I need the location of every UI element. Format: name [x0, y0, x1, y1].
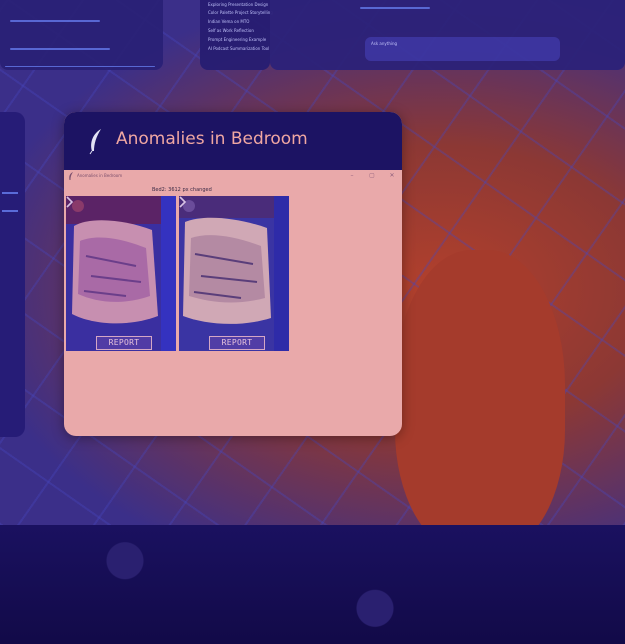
maximize-button[interactable]: ▢ — [365, 170, 379, 182]
feed-image-previous[interactable]: REPORT — [66, 196, 176, 351]
change-status: Bed2: 3612 px changed — [152, 187, 212, 193]
report-button[interactable]: REPORT — [96, 336, 152, 350]
chat-input-placeholder: Ask anything — [371, 41, 398, 46]
bed-photo — [179, 196, 289, 351]
background-window-chat[interactable]: Ask anything — [270, 0, 625, 70]
status-line — [5, 66, 155, 67]
sidebar-item[interactable]: Exploring Presentation Design — [208, 2, 268, 7]
minimize-button[interactable]: – — [345, 170, 359, 182]
report-button[interactable]: REPORT — [209, 336, 265, 350]
card-header: Anomalies in Bedroom — [64, 112, 402, 170]
feather-icon — [89, 129, 101, 155]
text-line — [10, 48, 110, 50]
text-line — [10, 20, 100, 22]
card-title: Anomalies in Bedroom — [116, 129, 308, 149]
sidebar-item[interactable]: Prompt Engineering Example — [208, 37, 266, 42]
background-window-far-left[interactable] — [0, 112, 25, 437]
window-title: Anomalies in Bedroom — [77, 173, 123, 178]
background-blob — [395, 250, 565, 550]
bed-photo — [66, 196, 176, 351]
sidebar-item[interactable]: Indian Vema on MTO — [208, 19, 249, 24]
toolbar-icons — [360, 7, 430, 9]
app-card-anomalies[interactable]: Anomalies in Bedroom Anomalies in Bedroo… — [64, 112, 402, 436]
chat-input[interactable]: Ask anything — [365, 37, 560, 61]
close-button[interactable]: ✕ — [385, 170, 399, 182]
sidebar-item[interactable]: AI Podcast Summarization Tool — [208, 46, 269, 51]
window-titlebar[interactable]: Anomalies in Bedroom – ▢ ✕ — [64, 170, 402, 182]
app-feather-icon — [69, 172, 73, 180]
background-window-sidebar[interactable]: Exploring Presentation Design Color Pale… — [200, 0, 273, 70]
chevron-right-icon[interactable] — [179, 196, 187, 208]
feed-image-current[interactable]: REPORT — [179, 196, 289, 351]
text-line — [2, 210, 18, 212]
background-window-left[interactable] — [0, 0, 163, 70]
floor-background — [0, 525, 625, 644]
sidebar-item[interactable]: Color Palette Project Storytelling — [208, 10, 273, 15]
chevron-right-icon[interactable] — [66, 196, 74, 208]
sidebar-item[interactable]: Self as Work Reflection — [208, 28, 254, 33]
text-line — [2, 192, 18, 194]
